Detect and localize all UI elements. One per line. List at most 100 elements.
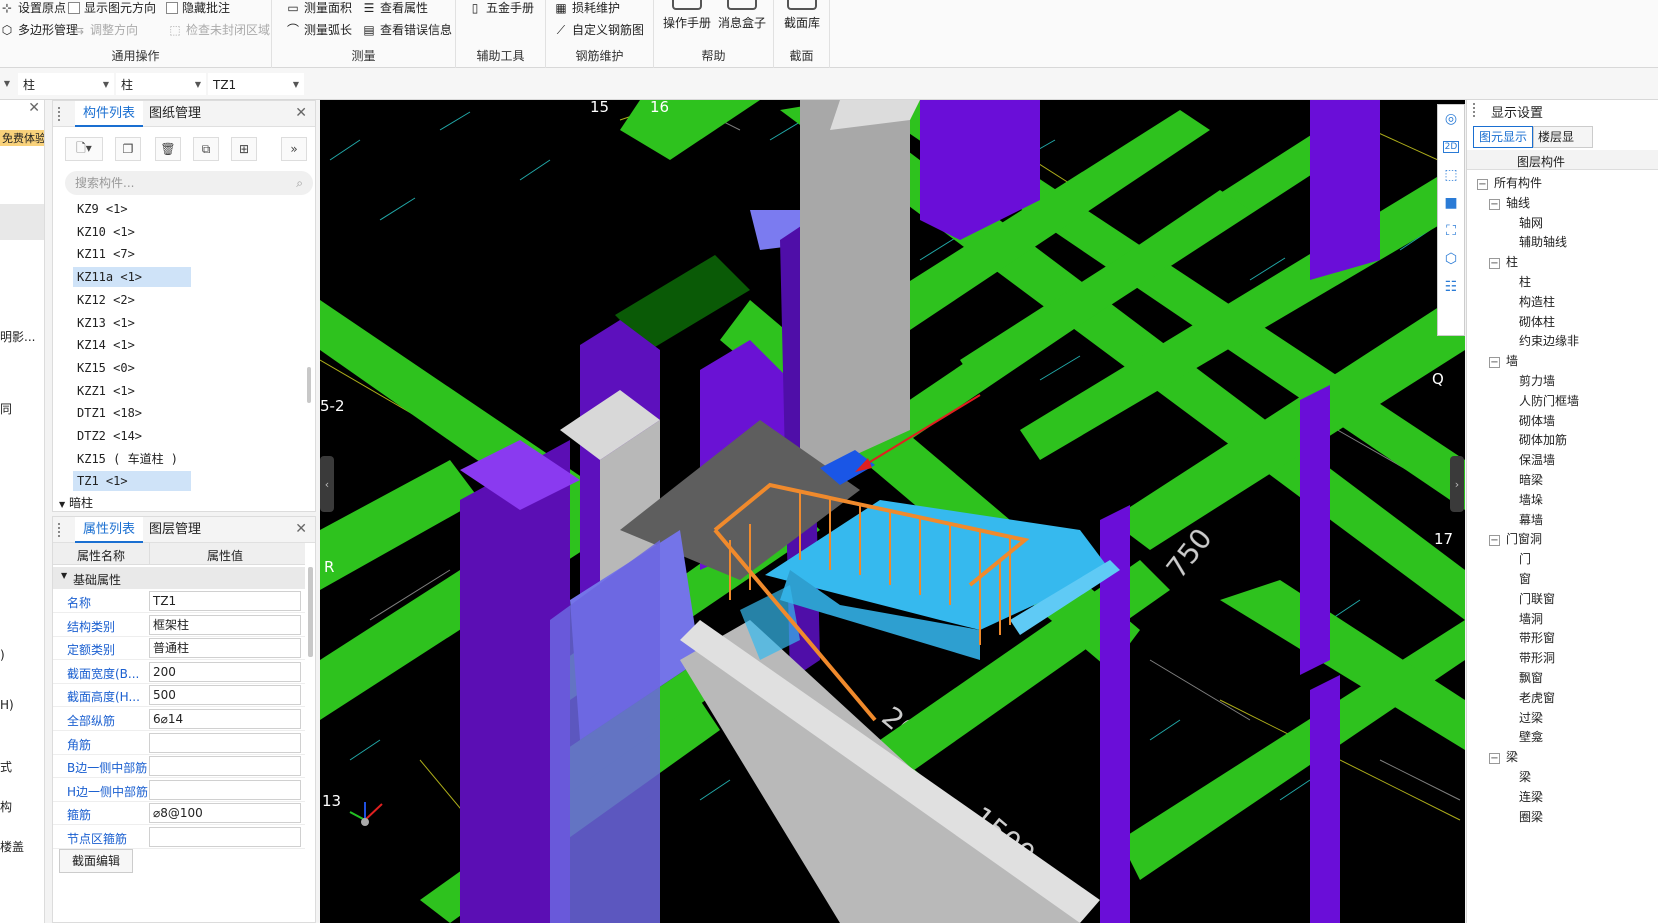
collapse-left-handle[interactable]: ‹ [320, 456, 334, 512]
nav-item[interactable]: 明影... [0, 328, 35, 345]
drag-handle-icon[interactable] [58, 523, 62, 537]
component-list-item[interactable]: KZZ1 <1> [73, 381, 191, 401]
measure-area-button[interactable]: ▭ 测量面积 [286, 0, 352, 18]
tab-property-list[interactable]: 属性列表 [75, 517, 144, 543]
layer-tree-item[interactable]: 带形洞 [1519, 649, 1555, 666]
scrollbar-thumb[interactable] [307, 367, 311, 403]
polygon-manage-button[interactable]: ⬡ 多边形管理 [0, 20, 78, 40]
layer-tree-item[interactable]: 砌体柱 [1519, 313, 1555, 330]
layer-tree-item[interactable]: 人防门框墙 [1519, 392, 1579, 409]
layer-tree-group[interactable]: − 墙 [1489, 352, 1518, 369]
layer-tree-item[interactable]: 剪力墙 [1519, 372, 1555, 389]
message-box-button[interactable]: 消息盒子 [716, 0, 768, 31]
collapse-icon[interactable]: − [1489, 535, 1500, 547]
collapse-right-handle[interactable]: › [1450, 456, 1464, 512]
free-trial-badge[interactable]: 免费体验 [0, 130, 44, 146]
collapse-icon[interactable]: − [1489, 753, 1500, 765]
component-list-item[interactable]: KZ11a <1> [73, 267, 191, 288]
collapse-icon[interactable]: − [1477, 179, 1488, 190]
scrollbar-thumb[interactable] [308, 567, 313, 657]
property-value-field[interactable]: TZ1 [149, 591, 301, 611]
component-list-item[interactable]: DTZ1 <18> [73, 403, 191, 423]
layer-tree-group[interactable]: − 门窗洞 [1489, 530, 1542, 547]
hide-annotation-checkbox[interactable]: 隐藏批注 [166, 0, 230, 18]
component-list-item[interactable]: KZ9 <1> [73, 199, 191, 219]
layer-tree-item[interactable]: 墙垛 [1519, 491, 1543, 508]
layer-copy-button[interactable]: ⊞ [231, 137, 257, 161]
fit-view-button[interactable]: ⛶ [1438, 217, 1464, 245]
layer-tree-item[interactable]: 砌体加筋 [1519, 431, 1567, 448]
component-list-item[interactable]: DTZ2 <14> [73, 426, 191, 446]
section-edit-button[interactable]: 截面编辑 [59, 849, 133, 873]
component-search-input[interactable]: 搜索构件... ⌕ [65, 171, 313, 195]
more-button[interactable]: » [281, 137, 307, 161]
layer-tree-item[interactable]: 门联窗 [1519, 590, 1555, 607]
selected-nav-item[interactable] [0, 204, 44, 240]
delete-button[interactable]: 🗑 [155, 137, 181, 161]
property-value-field[interactable]: 普通柱 [149, 638, 301, 659]
component-list-item[interactable]: KZ10 <1> [73, 222, 191, 242]
layer-tree-item[interactable]: 辅助轴线 [1519, 233, 1567, 250]
property-section-basic[interactable]: ▼ 基础属性 [53, 567, 305, 589]
tab-component-list[interactable]: 构件列表 [75, 101, 144, 127]
layer-tree-group[interactable]: − 轴线 [1489, 194, 1530, 211]
drag-handle-icon[interactable] [1473, 103, 1477, 117]
show-direction-checkbox[interactable]: 显示图元方向 [68, 0, 156, 18]
render-mode-button[interactable]: ■ [1438, 189, 1464, 217]
loss-maintenance-button[interactable]: ▦ 损耗维护 [554, 0, 620, 18]
layer-tree-item[interactable]: 轴网 [1519, 214, 1543, 231]
layer-tree-item[interactable]: 约束边缘非 [1519, 332, 1579, 349]
nav-item[interactable]: ) [0, 648, 5, 662]
nav-item[interactable]: 式 [0, 758, 12, 775]
component-list-item[interactable]: KZ11 <7> [73, 244, 191, 264]
category-dropdown[interactable]: 柱 ▼ [18, 73, 114, 95]
check-unclosed-button[interactable]: ⬚ 检查未封闭区域 [168, 20, 270, 40]
adjust-direction-button[interactable]: ⇆ 调整方向 [72, 20, 138, 40]
property-value-field[interactable]: 500 [149, 685, 301, 706]
manual-button[interactable]: 操作手册 [662, 0, 712, 31]
close-icon[interactable]: ✕ [28, 100, 40, 116]
duplicate-button[interactable]: ⧉ [193, 137, 219, 161]
layer-tree-item[interactable]: 带形窗 [1519, 629, 1555, 646]
property-value-field[interactable] [149, 827, 301, 847]
nav-item[interactable]: H) [0, 698, 14, 712]
drag-handle-icon[interactable] [58, 107, 62, 121]
tab-element-display[interactable]: 图元显示 [1473, 126, 1533, 148]
measure-arc-button[interactable]: ⌒ 测量弧长 [286, 20, 352, 40]
view-2d-button[interactable]: 2D [1438, 133, 1464, 161]
orbit-button[interactable]: ◎ [1438, 105, 1464, 133]
layer-tree-item[interactable]: 老虎窗 [1519, 689, 1555, 706]
layer-tree-item[interactable]: 连梁 [1519, 788, 1543, 805]
section-library-button[interactable]: 截面库 [778, 0, 826, 31]
component-dropdown[interactable]: TZ1 ▼ [208, 73, 304, 95]
component-list-item[interactable]: KZ15 ( 车道柱 ) <1> [73, 449, 191, 486]
prev-dropdown[interactable]: ▼ [0, 73, 14, 95]
tree-section-hidden-column[interactable]: ▼ 暗柱 [59, 494, 93, 511]
new-component-button[interactable]: 🗋▾ [65, 137, 103, 161]
layer-tree-item[interactable]: 梁 [1519, 768, 1531, 785]
tab-layer-manage[interactable]: 图层管理 [141, 517, 209, 543]
component-list-item[interactable]: KZ15 <0> [73, 358, 191, 378]
type-dropdown[interactable]: 柱 ▼ [116, 73, 206, 95]
property-value-field[interactable] [149, 732, 301, 753]
set-origin-button[interactable]: ⊹ 设置原点 [0, 0, 66, 18]
custom-rebar-button[interactable]: ⟋ 自定义钢筋图 [554, 20, 644, 40]
property-value-field[interactable] [149, 756, 301, 777]
close-icon[interactable]: ✕ [295, 521, 307, 537]
collapse-icon[interactable]: − [1489, 357, 1500, 369]
view-3d-button[interactable]: ⬚ [1438, 161, 1464, 189]
close-icon[interactable]: ✕ [295, 105, 307, 121]
component-list-item[interactable]: KZ13 <1> [73, 313, 191, 333]
layer-tree-item[interactable]: 飘窗 [1519, 669, 1543, 686]
layer-tree-group[interactable]: − 梁 [1489, 748, 1518, 765]
layer-tree-item[interactable]: 构造柱 [1519, 293, 1555, 310]
tab-floor-display[interactable]: 楼层显 [1533, 126, 1593, 148]
collapse-icon[interactable]: − [1489, 198, 1500, 210]
component-list-item[interactable]: KZ14 <1> [73, 335, 191, 355]
layer-tree-item[interactable]: 窗 [1519, 570, 1531, 587]
nav-item[interactable]: 同 [0, 400, 12, 417]
layer-tree-item[interactable]: 过梁 [1519, 709, 1543, 726]
nav-item[interactable]: 构 [0, 798, 12, 815]
layer-tree-item[interactable]: 圈梁 [1519, 808, 1543, 825]
component-list-item[interactable]: TZ1 <1> [73, 471, 191, 492]
